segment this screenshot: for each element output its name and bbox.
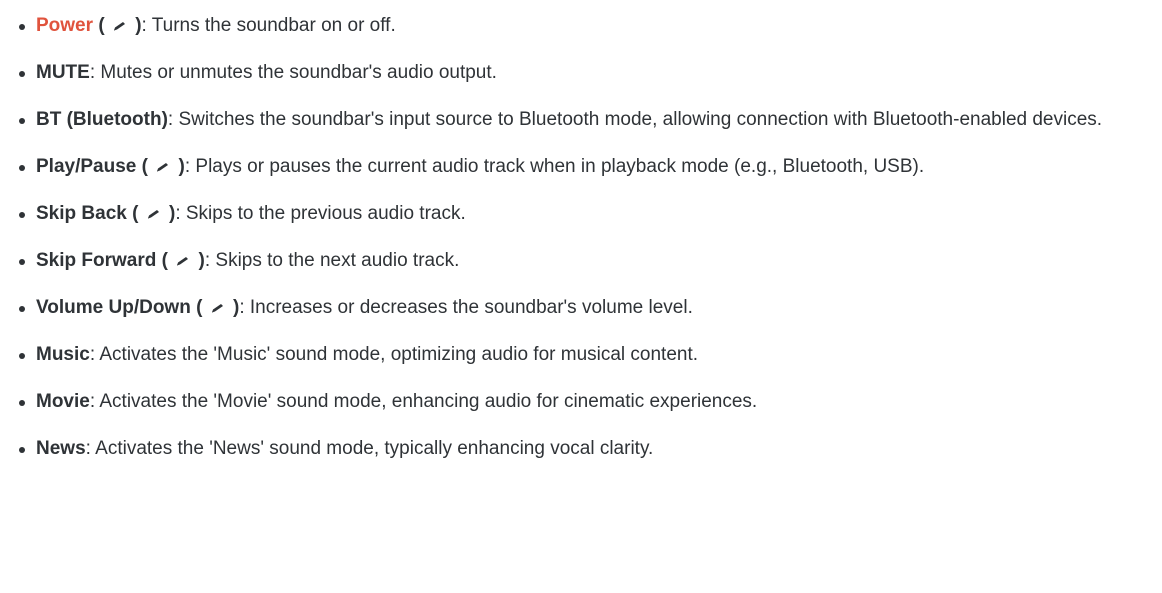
item-term: Skip Forward bbox=[36, 250, 157, 271]
item-description: : Mutes or unmutes the soundbar's audio … bbox=[89, 62, 497, 83]
list-item-news: News: Activates the 'News' sound mode, t… bbox=[12, 434, 1162, 464]
paren-open: ( bbox=[141, 156, 148, 177]
paren-open: ( bbox=[98, 15, 105, 36]
item-description: : Plays or pauses the current audio trac… bbox=[184, 156, 925, 177]
list-item-mute: MUTE: Mutes or unmutes the soundbar's au… bbox=[12, 58, 1162, 88]
document: Power ( ): Turns the soundbar on or off.… bbox=[0, 0, 1162, 464]
item-description: : Skips to the previous audio track. bbox=[175, 203, 466, 224]
item-term: MUTE bbox=[36, 62, 90, 83]
list-item-bt-bluetooth: BT (Bluetooth): Switches the soundbar's … bbox=[12, 105, 1162, 135]
item-description: : Turns the soundbar on or off. bbox=[141, 15, 396, 36]
paren-open: ( bbox=[161, 250, 168, 271]
list-item-volume-up-down: Volume Up/Down ( ): Increases or decreas… bbox=[12, 293, 1162, 323]
pencil-icon bbox=[112, 20, 128, 32]
list-item-movie: Movie: Activates the 'Movie' sound mode,… bbox=[12, 387, 1162, 417]
item-description: : Activates the 'Music' sound mode, opti… bbox=[89, 344, 699, 365]
pencil-icon bbox=[155, 161, 171, 173]
pencil-icon bbox=[175, 255, 191, 267]
item-term: Movie bbox=[36, 391, 90, 412]
item-term: Volume Up/Down bbox=[36, 297, 191, 318]
paren-open: ( bbox=[132, 203, 139, 224]
pencil-icon bbox=[146, 208, 162, 220]
pencil-icon bbox=[210, 302, 226, 314]
list-item-play-pause: Play/Pause ( ): Plays or pauses the curr… bbox=[12, 152, 1162, 182]
item-description: : Switches the soundbar's input source t… bbox=[167, 109, 1103, 130]
item-term: Skip Back bbox=[36, 203, 127, 224]
list-item-power: Power ( ): Turns the soundbar on or off. bbox=[12, 11, 1162, 41]
item-description: : Skips to the next audio track. bbox=[204, 250, 460, 271]
button-function-list: Power ( ): Turns the soundbar on or off.… bbox=[0, 11, 1162, 464]
power-link[interactable]: Power bbox=[36, 15, 93, 36]
item-term: Music bbox=[36, 344, 90, 365]
item-term: News bbox=[36, 438, 86, 459]
item-term: BT (Bluetooth) bbox=[36, 109, 168, 130]
item-term: Play/Pause bbox=[36, 156, 137, 177]
item-description: : Increases or decreases the soundbar's … bbox=[239, 297, 693, 318]
item-description: : Activates the 'News' sound mode, typic… bbox=[85, 438, 654, 459]
list-item-skip-forward: Skip Forward ( ): Skips to the next audi… bbox=[12, 246, 1162, 276]
item-description: : Activates the 'Movie' sound mode, enha… bbox=[89, 391, 758, 412]
list-item-skip-back: Skip Back ( ): Skips to the previous aud… bbox=[12, 199, 1162, 229]
list-item-music: Music: Activates the 'Music' sound mode,… bbox=[12, 340, 1162, 370]
paren-open: ( bbox=[196, 297, 203, 318]
